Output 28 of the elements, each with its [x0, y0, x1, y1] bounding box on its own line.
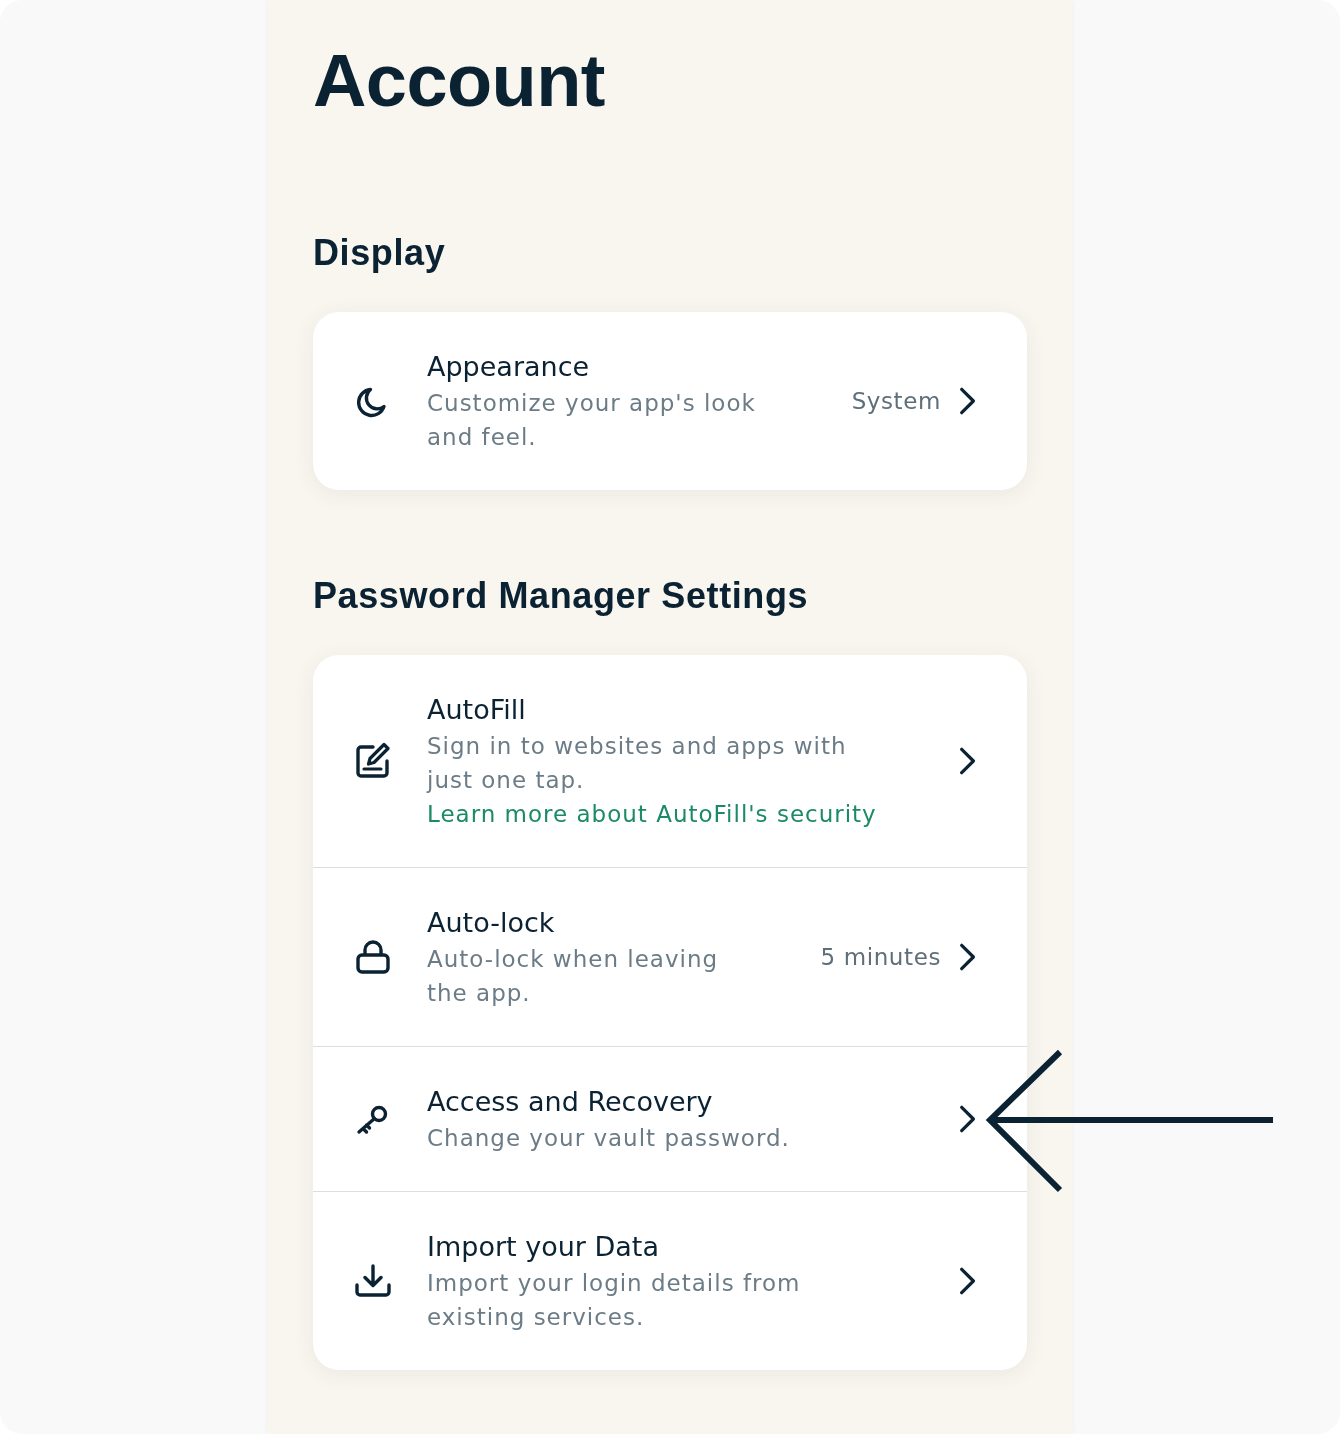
- settings-row[interactable]: Appearance Customize your app's look and feel. System: [313, 312, 1027, 490]
- row-title: Access and Recovery: [427, 1085, 714, 1119]
- chevron-right-icon: [959, 1104, 977, 1134]
- row-description: Import your login details from existing services.: [427, 1269, 802, 1332]
- chevron-right-icon: [959, 1266, 977, 1296]
- row-title: Import your Data: [427, 1230, 660, 1264]
- row-value: 5 minutes: [819, 944, 941, 970]
- row-title: Appearance: [427, 350, 591, 384]
- edit-icon: [353, 741, 393, 781]
- row-title: Auto-lock: [427, 906, 556, 940]
- row-description: Customize your app's look and feel.: [427, 389, 757, 452]
- page-title: Account: [313, 38, 606, 124]
- section-heading: Display: [313, 231, 447, 274]
- chevron-right-icon: [959, 386, 977, 416]
- row-description: Auto-lock when leaving the app.: [427, 945, 720, 1008]
- settings-row[interactable]: Auto-lock Auto-lock when leaving the app. 5 minutes: [313, 867, 1027, 1046]
- chevron-right-icon: [959, 746, 977, 776]
- row-title: AutoFill: [427, 693, 527, 727]
- chevron-right-icon: [959, 942, 977, 972]
- row-description: Change your vault password.: [427, 1124, 791, 1153]
- row-value: System: [850, 388, 941, 414]
- lock-icon: [353, 937, 393, 977]
- settings-row[interactable]: Access and Recovery Change your vault password.: [313, 1046, 1027, 1191]
- learn-more-link[interactable]: Learn more about AutoFill's security: [427, 801, 877, 827]
- settings-row[interactable]: AutoFill Sign in to websites and apps with just one tap. Learn more about AutoFill's security: [313, 655, 1027, 867]
- section-heading: Password Manager Settings: [313, 574, 810, 617]
- settings-row[interactable]: Import your Data Import your login details from existing services.: [313, 1191, 1027, 1370]
- row-description: Sign in to websites and apps with just one tap. Learn more about AutoFill's security: [427, 732, 878, 829]
